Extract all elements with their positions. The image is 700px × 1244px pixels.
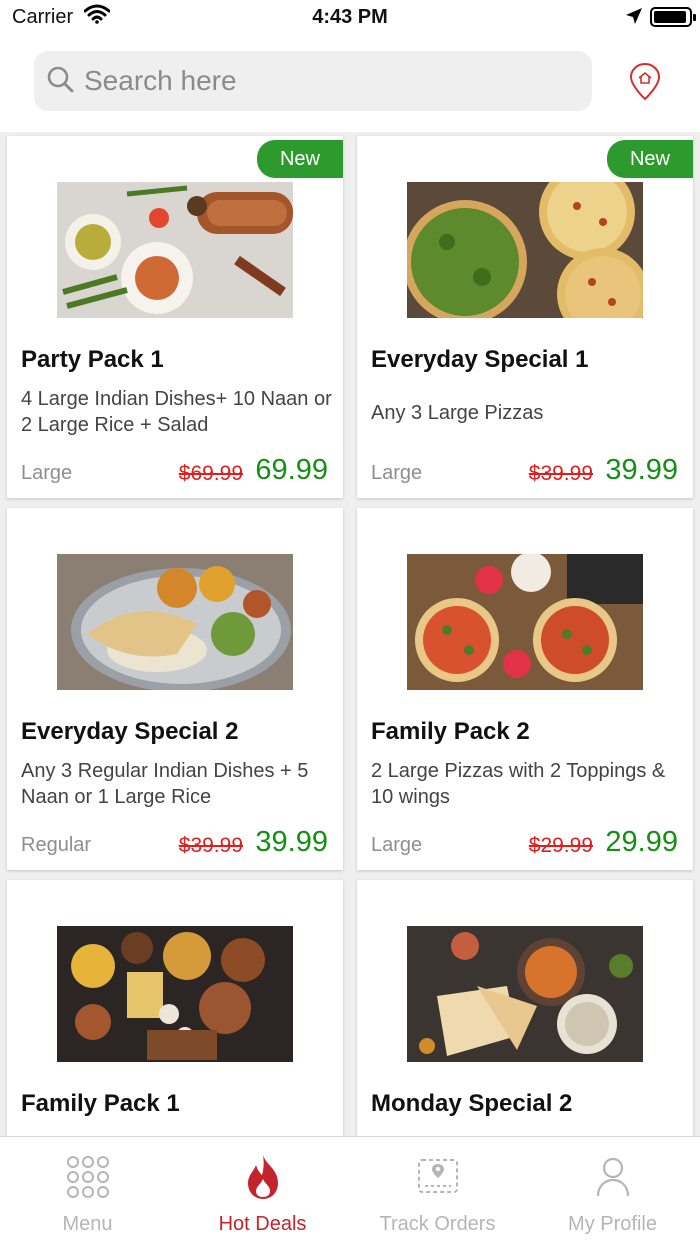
home-location-pin-icon[interactable] [628,62,662,107]
deal-image [57,926,293,1062]
tab-label: Menu [62,1213,113,1235]
deal-card[interactable]: New Party Pack 1 4 Large Indian Dishes+ … [7,136,343,498]
tab-label: My Profile [568,1213,657,1235]
search-bar[interactable] [34,51,592,111]
tab-bar: Menu Hot Deals Track Orders My Profile [0,1136,700,1244]
deal-old-price: $39.99 [178,834,243,857]
search-header [0,36,700,132]
clock: 4:43 PM [312,6,388,28]
deal-size: Large [21,462,73,484]
tab-hot-deals[interactable]: Hot Deals [175,1137,350,1244]
deal-card[interactable]: Family Pack 1 [7,880,343,1136]
deal-price: 29.99 [605,826,678,858]
deal-title: Monday Special 2 [371,1090,573,1117]
new-badge: New [257,140,343,178]
deal-size: Regular [21,834,92,856]
deal-price: 39.99 [605,454,678,486]
search-icon [46,65,76,100]
deal-card[interactable]: Monday Special 2 [357,880,693,1136]
deal-description: 2 Large Pizzas with 2 Toppings & 10 wing… [371,760,666,808]
status-bar: Carrier 4:43 PM [0,0,700,36]
tab-label: Track Orders [379,1213,496,1235]
deal-description: 4 Large Indian Dishes+ 10 Naan or 2 Larg… [21,388,332,436]
new-badge: New [607,140,693,178]
deal-price: 39.99 [255,826,328,858]
deal-description: Any 3 Large Pizzas [371,402,544,424]
deal-title: Everyday Special 2 [21,718,239,745]
tab-label: Hot Deals [218,1213,307,1235]
grid-dots-icon [0,1151,175,1203]
deal-old-price: $69.99 [178,462,243,485]
deal-image [57,182,293,318]
tab-track-orders[interactable]: Track Orders [350,1137,525,1244]
deal-description: Any 3 Regular Indian Dishes + 5 Naan or … [21,760,309,808]
deal-title: Family Pack 1 [21,1090,180,1117]
location-arrow-icon [625,7,643,31]
deal-image [57,554,293,690]
tab-menu[interactable]: Menu [0,1137,175,1244]
deal-title: Party Pack 1 [21,346,164,373]
person-icon [525,1151,700,1203]
deal-image [407,554,643,690]
deal-title: Everyday Special 1 [371,346,589,373]
deal-title: Family Pack 2 [371,718,530,745]
deal-image [407,926,643,1062]
deal-old-price: $39.99 [528,462,593,485]
deal-card[interactable]: New Everyday Special 1 Any 3 Large Pizza… [357,136,693,498]
deals-grid: New Party Pack 1 4 Large Indian Dishes+ … [0,132,700,1136]
deal-image [407,182,643,318]
deal-old-price: $29.99 [528,834,593,857]
tab-my-profile[interactable]: My Profile [525,1137,700,1244]
battery-icon [650,7,696,27]
flame-icon [175,1151,350,1203]
deal-price: 69.99 [255,454,328,486]
deal-size: Large [371,834,423,856]
search-input[interactable] [84,61,574,101]
deal-card[interactable]: Family Pack 2 2 Large Pizzas with 2 Topp… [357,508,693,870]
deal-card[interactable]: Everyday Special 2 Any 3 Regular Indian … [7,508,343,870]
deal-size: Large [371,462,423,484]
route-map-icon [350,1151,525,1203]
